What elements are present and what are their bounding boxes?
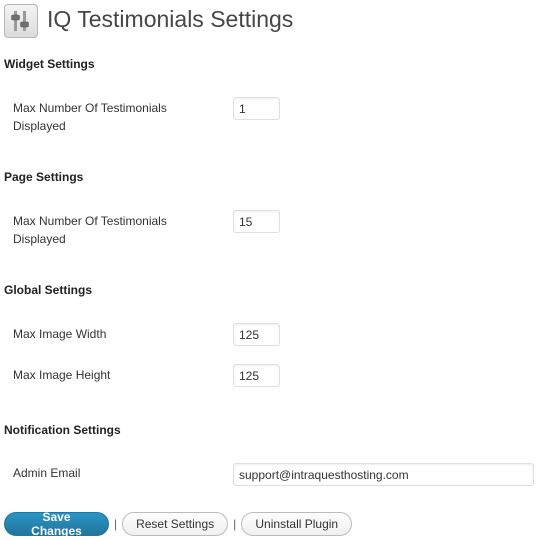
page-title: IQ Testimonials Settings bbox=[47, 6, 294, 32]
widget-max-testimonials-label: Max Number Of Testimonials Displayed bbox=[13, 101, 167, 133]
global-settings-heading: Global Settings bbox=[4, 283, 93, 297]
widget-max-testimonials-input[interactable] bbox=[233, 97, 280, 120]
page-max-testimonials-input[interactable] bbox=[233, 210, 280, 233]
action-buttons: Save Changes | Reset Settings | Uninstal… bbox=[4, 510, 353, 538]
max-image-width-label: Max Image Width bbox=[13, 327, 107, 341]
save-changes-button[interactable]: Save Changes bbox=[4, 510, 109, 538]
admin-email-input[interactable] bbox=[233, 463, 534, 486]
max-image-height-input[interactable] bbox=[233, 364, 280, 387]
max-image-width-input[interactable] bbox=[233, 323, 280, 346]
page-header: IQ Testimonials Settings bbox=[4, 4, 293, 38]
uninstall-plugin-button[interactable]: Uninstall Plugin bbox=[241, 511, 353, 536]
max-image-height-label: Max Image Height bbox=[13, 368, 111, 382]
widget-settings-heading: Widget Settings bbox=[4, 57, 95, 71]
sliders-glyph bbox=[11, 11, 29, 31]
page-settings-heading: Page Settings bbox=[4, 170, 84, 184]
settings-sliders-icon bbox=[4, 4, 38, 38]
button-separator: | bbox=[233, 516, 237, 531]
notification-settings-heading: Notification Settings bbox=[4, 423, 121, 437]
reset-settings-button[interactable]: Reset Settings bbox=[122, 511, 229, 536]
button-separator: | bbox=[114, 516, 118, 531]
admin-email-label: Admin Email bbox=[13, 466, 81, 480]
page-max-testimonials-label: Max Number Of Testimonials Displayed bbox=[13, 214, 167, 246]
settings-page: IQ Testimonials Settings Widget Settings… bbox=[0, 0, 538, 540]
